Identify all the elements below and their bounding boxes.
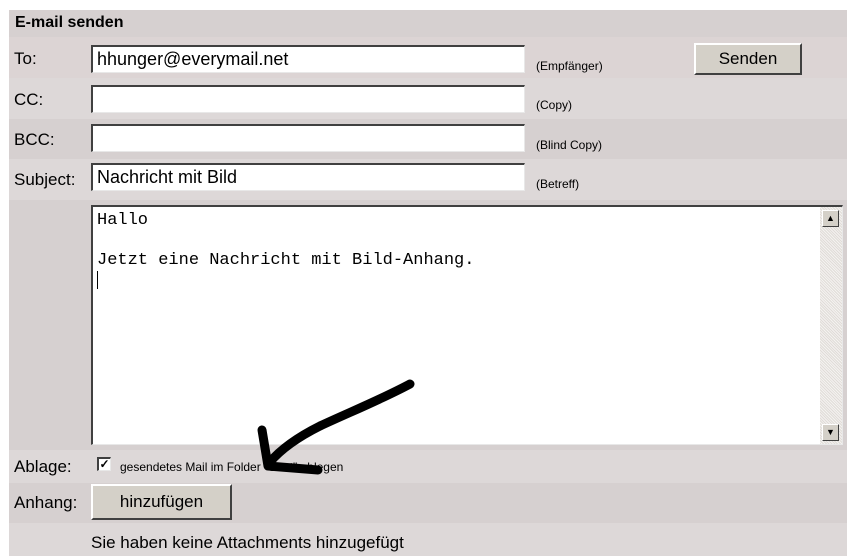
- to-row: To: hhunger@everymail.net (Empfänger) Se…: [9, 37, 847, 78]
- bcc-label: BCC:: [14, 130, 55, 149]
- attachments-row: Sie haben keine Attachments hinzugefügt: [9, 523, 847, 556]
- to-input[interactable]: hhunger@everymail.net: [91, 45, 525, 73]
- attachments-info: Sie haben keine Attachments hinzugefügt: [91, 533, 404, 552]
- subject-label: Subject:: [14, 170, 76, 189]
- scroll-up-icon[interactable]: ▲: [822, 210, 839, 227]
- subject-input[interactable]: Nachricht mit Bild: [91, 163, 525, 191]
- subject-hint: (Betreff): [536, 177, 580, 191]
- ablage-row: Ablage: ✓ gesendetes Mail im Folder "Sen…: [9, 450, 847, 483]
- textarea-scrollbar[interactable]: ▲ ▼: [820, 207, 842, 444]
- cc-hint: (Copy): [536, 98, 573, 112]
- check-mark-icon: ✓: [99, 457, 110, 471]
- cc-row: CC: (Copy): [9, 78, 847, 119]
- cc-label: CC:: [14, 90, 44, 109]
- to-label: To:: [14, 49, 37, 68]
- bcc-row: BCC: (Blind Copy): [9, 119, 847, 159]
- anhang-label: Anhang:: [14, 493, 78, 512]
- add-attachment-button[interactable]: hinzufügen: [91, 484, 232, 520]
- anhang-row: Anhang: hinzufügen: [9, 483, 847, 523]
- send-button[interactable]: Senden: [694, 43, 802, 75]
- save-sent-checkbox-label: gesendetes Mail im Folder "Sent" ablegen: [120, 460, 344, 474]
- text-caret: [97, 271, 98, 289]
- body-row: Hallo Jetzt eine Nachricht mit Bild-Anha…: [9, 200, 847, 450]
- message-body-text: Hallo Jetzt eine Nachricht mit Bild-Anha…: [97, 211, 475, 270]
- save-sent-checkbox[interactable]: ✓: [97, 457, 111, 471]
- form-header: E-mail senden: [9, 10, 847, 37]
- form-title: E-mail senden: [15, 14, 124, 31]
- bcc-hint: (Blind Copy): [536, 138, 603, 152]
- scroll-down-icon[interactable]: ▼: [822, 424, 839, 441]
- subject-row: Subject: Nachricht mit Bild (Betreff): [9, 159, 847, 200]
- message-body-textarea[interactable]: Hallo Jetzt eine Nachricht mit Bild-Anha…: [91, 205, 843, 445]
- cc-input[interactable]: [91, 85, 525, 113]
- to-hint: (Empfänger): [536, 59, 603, 73]
- bcc-input[interactable]: [91, 124, 525, 152]
- ablage-label: Ablage:: [14, 457, 72, 476]
